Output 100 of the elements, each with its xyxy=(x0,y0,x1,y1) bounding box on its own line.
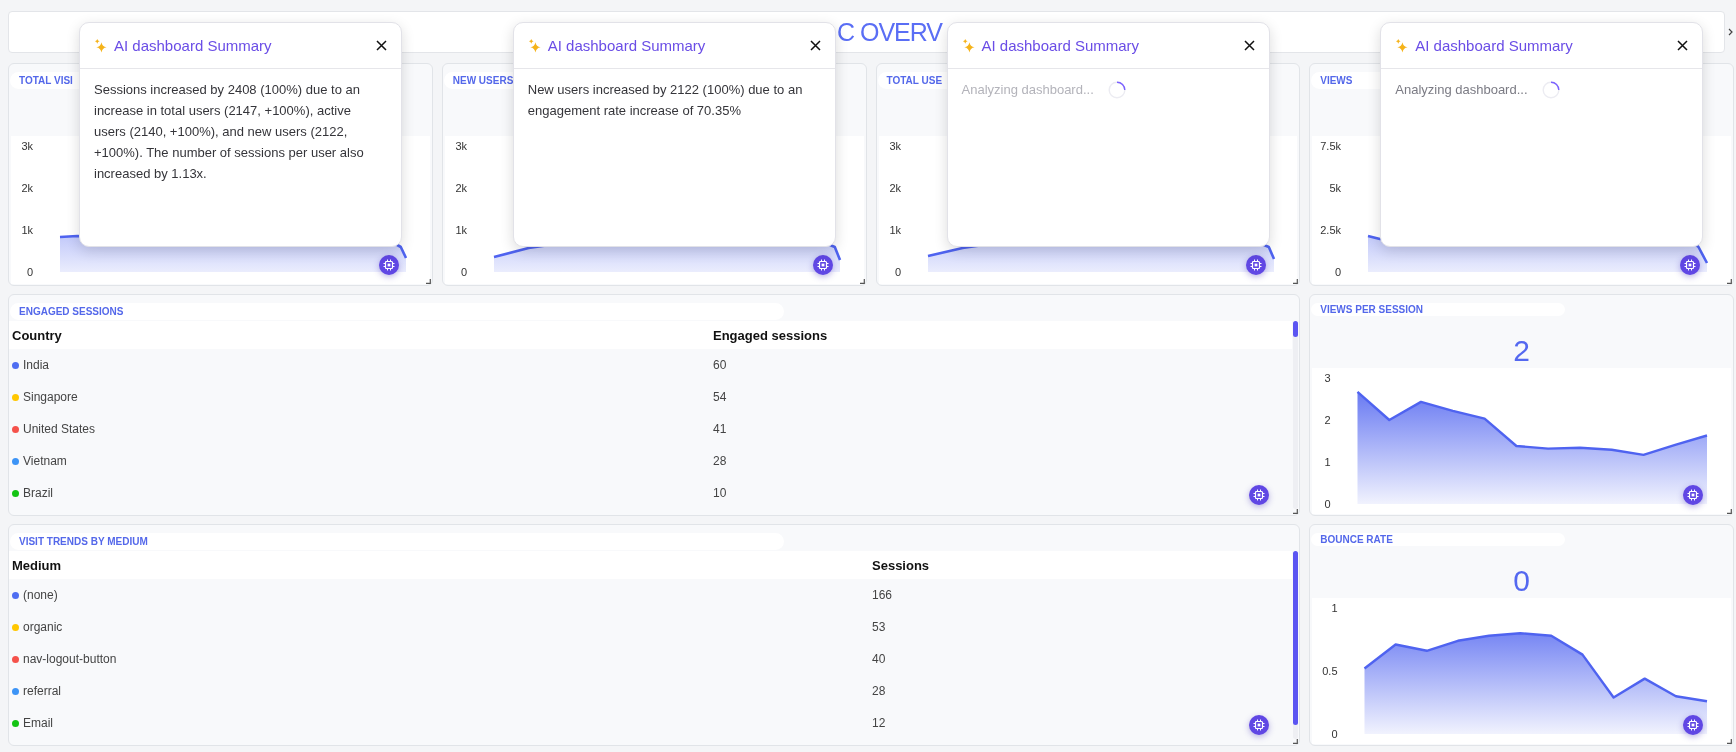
chip-icon xyxy=(1253,719,1266,731)
y-axis-tick-label: 3 xyxy=(1324,372,1331,384)
card-title: BOUNCE RATE xyxy=(1320,533,1393,546)
card-title: VIEWS xyxy=(1320,74,1353,87)
ai-summary-button[interactable] xyxy=(1249,485,1270,505)
table-cell-text: 41 xyxy=(712,422,727,436)
close-icon xyxy=(376,40,387,51)
card-title: TOTAL USE xyxy=(886,74,943,87)
loading-text: Analyzing dashboard... xyxy=(961,82,1094,97)
column-header[interactable]: Country xyxy=(9,327,710,343)
sparkle-icon xyxy=(527,38,541,53)
sparkle-icon xyxy=(94,38,107,53)
popup-title: AI dashboard Summary xyxy=(547,37,706,54)
y-axis-tick-label: 0 xyxy=(460,266,467,278)
popup-title: AI dashboard Summary xyxy=(1415,37,1573,54)
close-button[interactable] xyxy=(809,40,821,51)
metric-value: 2 xyxy=(1513,334,1530,368)
summary-text: New users increased by 2122 (100%) due to an engagement rate increase of 70.35% xyxy=(527,81,804,120)
resize-handle-icon[interactable] xyxy=(1293,739,1299,744)
metric-value: 0 xyxy=(1513,564,1530,598)
table-cell: Vietnam xyxy=(23,454,67,468)
y-axis-tick-label: 7.5k xyxy=(1320,140,1342,152)
sparkle-icon xyxy=(1395,38,1409,53)
y-axis-tick-label: 1k xyxy=(455,224,467,236)
y-axis-tick-label: 0 xyxy=(26,266,33,278)
y-axis-tick-label: 2 xyxy=(1324,414,1331,426)
y-axis-tick-label: 2k xyxy=(455,182,467,194)
table-cell: (none) xyxy=(23,588,58,602)
table-cell: organic xyxy=(23,620,63,634)
y-axis-tick-label: 3k xyxy=(455,140,467,152)
y-axis-tick-label: 5k xyxy=(1329,182,1342,194)
resize-handle-icon[interactable] xyxy=(859,279,865,284)
resize-handle-icon[interactable] xyxy=(1727,279,1732,284)
card-title: NEW USERS xyxy=(452,74,514,87)
table-cell: United States xyxy=(23,422,96,436)
card-title: ENGAGED SESSIONS xyxy=(19,305,124,318)
y-axis-tick-label: 3k xyxy=(888,140,901,152)
table-cell-text: 60 xyxy=(712,358,727,372)
resize-handle-icon[interactable] xyxy=(1293,509,1299,514)
spinner-icon xyxy=(1541,80,1560,99)
resize-handle-icon[interactable] xyxy=(425,279,431,284)
close-button[interactable] xyxy=(376,40,387,51)
close-button[interactable] xyxy=(1243,40,1255,51)
column-header[interactable]: Medium xyxy=(9,557,869,573)
chip-icon xyxy=(1687,489,1699,501)
chip-icon xyxy=(1253,489,1266,501)
popup-title: AI dashboard Summary xyxy=(114,37,272,54)
y-axis-tick-label: 1k xyxy=(21,224,33,236)
y-axis-tick-label: 1 xyxy=(1331,602,1338,614)
card-title: TOTAL VISI xyxy=(19,74,73,87)
chevron-right-icon[interactable] xyxy=(1728,28,1733,36)
resize-handle-icon[interactable] xyxy=(1727,509,1732,514)
y-axis-tick-label: 2k xyxy=(888,182,901,194)
sparkle-icon xyxy=(961,38,975,53)
table-cell: Brazil xyxy=(23,486,53,500)
y-axis-tick-label: 0 xyxy=(1324,498,1331,510)
scrollbar-thumb[interactable] xyxy=(1293,321,1299,337)
y-axis-tick-label: 2k xyxy=(21,182,33,194)
table-cell-text: 12 xyxy=(871,716,886,730)
y-axis-tick-label: 3k xyxy=(21,140,33,152)
card-title: VIEWS PER SESSION xyxy=(1320,303,1424,316)
chip-icon xyxy=(816,259,829,271)
table-cell: India xyxy=(23,358,50,372)
loading-text: Analyzing dashboard... xyxy=(1395,82,1528,97)
table-cell: referral xyxy=(23,684,61,698)
table-cell-text: 28 xyxy=(712,454,727,468)
y-axis-tick-label: 0.5 xyxy=(1322,665,1338,677)
table-cell: Singapore xyxy=(23,390,78,404)
column-header[interactable]: Engaged sessions xyxy=(710,327,828,343)
close-icon xyxy=(1243,40,1255,51)
table-cell: nav-logout-button xyxy=(23,652,117,666)
chip-icon xyxy=(1250,259,1263,271)
y-axis-tick-label: 0 xyxy=(1331,728,1338,740)
chip-icon xyxy=(382,259,395,271)
column-header[interactable]: Sessions xyxy=(869,557,930,573)
scrollbar-track[interactable] xyxy=(1293,321,1299,509)
popup-title: AI dashboard Summary xyxy=(981,37,1140,54)
close-button[interactable] xyxy=(1677,40,1689,51)
y-axis-tick-label: 0 xyxy=(1335,266,1342,278)
y-axis-tick-label: 1k xyxy=(888,224,901,236)
chip-icon xyxy=(1684,259,1696,271)
y-axis-tick-label: 0 xyxy=(894,266,901,278)
table-cell-text: 40 xyxy=(871,652,886,666)
y-axis-tick-label: 2.5k xyxy=(1320,224,1342,236)
chip-icon xyxy=(1687,719,1699,731)
ai-summary-button[interactable] xyxy=(1249,715,1270,735)
table-cell-text: 53 xyxy=(871,620,886,634)
table-cell-text: 10 xyxy=(712,486,727,500)
y-axis-tick-label: 1 xyxy=(1324,456,1331,468)
close-icon xyxy=(1677,40,1689,51)
resize-handle-icon[interactable] xyxy=(1727,739,1732,744)
spinner-icon xyxy=(1107,80,1126,99)
card-title: VISIT TRENDS BY MEDIUM xyxy=(19,535,148,548)
page-title: C OVERV xyxy=(836,17,943,47)
resize-handle-icon[interactable] xyxy=(1293,279,1299,284)
table-cell-text: 166 xyxy=(871,588,893,602)
table-cell: Email xyxy=(23,716,53,730)
close-icon xyxy=(809,40,821,51)
table-cell-text: 28 xyxy=(871,684,886,698)
table-cell-text: 54 xyxy=(712,390,727,404)
